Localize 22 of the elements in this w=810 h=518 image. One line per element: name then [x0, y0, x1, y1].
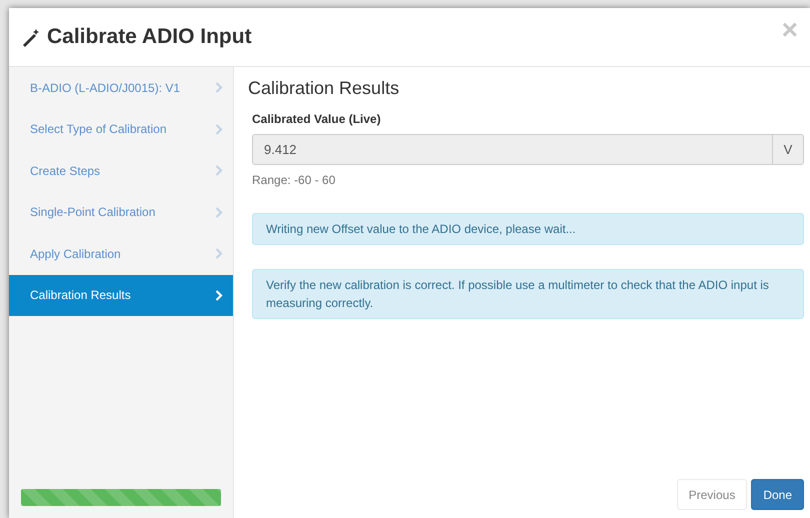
- info-alert: Verify the new calibration is correct. If possible use a multimeter to check that the ADIO input is measuring correctly.: [252, 269, 804, 319]
- done-button[interactable]: Done: [751, 479, 804, 510]
- info-alert: Writing new Offset value to the ADIO device, please wait...: [252, 213, 804, 245]
- chevron-right-icon: [215, 82, 223, 94]
- chevron-right-icon: [215, 290, 223, 301]
- step-item[interactable]: Single-Point Calibration: [9, 192, 233, 233]
- field-label: Calibrated Value (Live): [252, 111, 382, 128]
- chevron-right-icon: [215, 165, 223, 176]
- step-item[interactable]: B-ADIO (L-ADIO/J0015): V1: [9, 67, 233, 108]
- magic-wand-icon: [21, 27, 41, 47]
- chevron-right-icon: [215, 248, 223, 260]
- dialog-title: Calibrate ADIO Input: [47, 24, 252, 50]
- step-item[interactable]: Calibration Results: [9, 274, 233, 316]
- close-button[interactable]: ×: [782, 16, 798, 44]
- chevron-right-icon: [215, 124, 223, 135]
- unit-addon: V: [773, 134, 804, 165]
- chevron-right-icon: [215, 206, 223, 218]
- step-item[interactable]: Apply Calibration: [9, 233, 233, 274]
- step-item[interactable]: Create Steps: [9, 150, 233, 192]
- section-heading: Calibration Results: [248, 77, 400, 100]
- range-text: Range: -60 - 60: [252, 172, 336, 189]
- step-item[interactable]: Select Type of Calibration: [9, 108, 233, 150]
